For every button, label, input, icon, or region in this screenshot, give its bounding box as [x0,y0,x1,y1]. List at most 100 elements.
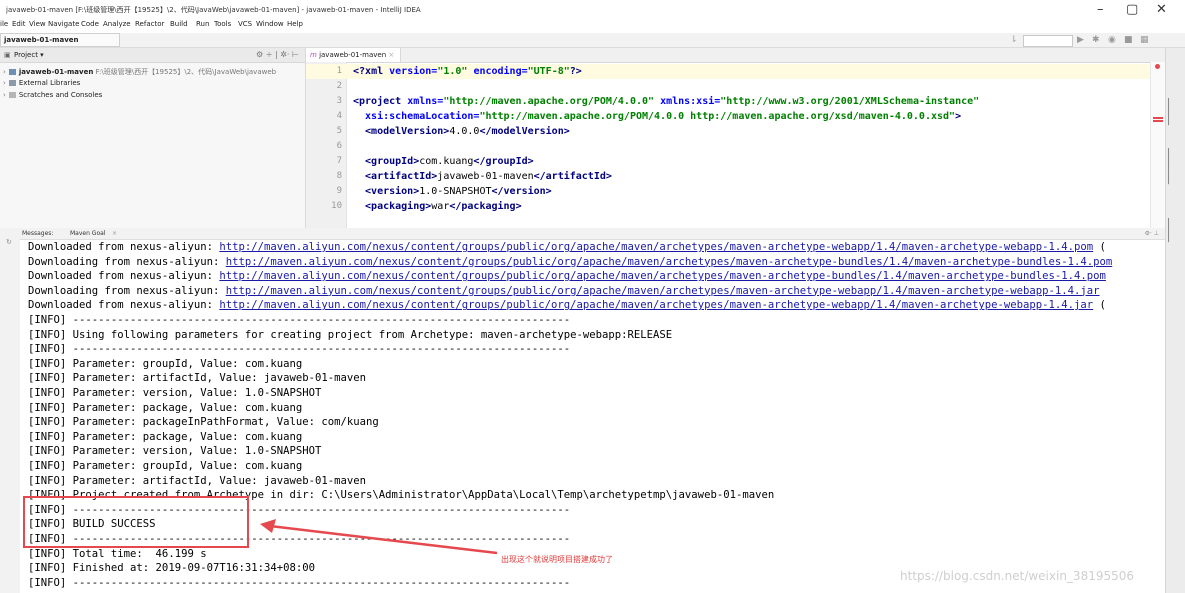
console-line: [INFO] Using following parameters for cr… [28,328,672,343]
menu-tools[interactable]: Tools [214,20,231,28]
code-line[interactable]: 4 xsi:schemaLocation="http://maven.apach… [306,109,1165,124]
code-text: <groupId>com.kuang</groupId> [353,154,534,169]
coverage-icon[interactable]: ◉ [1108,35,1116,45]
error-stripe-mark[interactable] [1153,117,1163,119]
console-line: [INFO] Finished at: 2019-09-07T16:31:34+… [28,561,315,576]
run-configuration-select[interactable] [1023,35,1073,47]
expand-arrow-icon[interactable]: › [3,79,6,87]
console-line: [INFO] Parameter: version, Value: 1.0-SN… [28,386,321,401]
line-number: 2 [336,81,342,91]
debug-icon[interactable]: ✱ [1092,35,1100,45]
tab-maven-goal[interactable]: Maven Goal [70,230,105,237]
console-text-suffix: ( [1093,299,1106,312]
code-text: <modelVersion>4.0.0</modelVersion> [353,124,570,139]
editor-scrollbar[interactable] [1150,62,1165,228]
console-line: [INFO] Parameter: package, Value: com.ku… [28,401,302,416]
download-link[interactable]: http://maven.aliyun.com/nexus/content/gr… [226,256,1113,268]
code-token: <project [353,96,408,107]
breadcrumb[interactable]: javaweb-01-maven [0,33,120,47]
annotation-text: 出现这个就说明项目搭建成功了 [501,555,613,564]
menu-run[interactable]: Run [196,20,209,28]
code-line[interactable]: 10 <packaging>war</packaging> [306,199,1165,214]
right-tool-tab[interactable]: ━━━━━━━━ [1165,218,1171,242]
code-line[interactable]: 6 [306,139,1165,154]
menu-help[interactable]: Help [287,20,303,28]
code-line[interactable]: 2 [306,79,1165,94]
code-token: ?> [569,66,582,77]
panel-tool-icons[interactable]: ⚙ ÷ | ✲· ⊢ [256,50,299,59]
right-tool-tab[interactable]: ━━━━━━━━━━━━ [1165,148,1171,184]
close-tab-icon[interactable]: × [388,51,394,59]
menu-navigate[interactable]: Navigate [48,20,79,28]
menu-vcs[interactable]: VCS [238,20,252,28]
code-token: war [431,201,450,212]
run-icon[interactable]: ▶ [1077,35,1084,45]
download-link[interactable]: http://maven.aliyun.com/nexus/content/gr… [219,241,1093,253]
menu-code[interactable]: Code [81,20,99,28]
code-line[interactable]: 3 <project xmlns="http://maven.apache.org… [306,94,1165,109]
menu-edit[interactable]: Edit [12,20,26,28]
download-link[interactable]: http://maven.aliyun.com/nexus/content/gr… [219,299,1093,311]
line-number: 8 [336,171,342,181]
expand-arrow-icon[interactable]: › [3,68,6,76]
code-line[interactable]: 5 <modelVersion>4.0.0</modelVersion> [306,124,1165,139]
code-line[interactable]: 8 <artifactId>javaweb-01-maven</artifact… [306,169,1165,184]
console-line: [INFO] ---------------------------------… [28,342,570,357]
code-line[interactable]: 7 <groupId>com.kuang</groupId> [306,154,1165,169]
code-token: xml [365,66,390,77]
line-number: 1 [336,66,342,76]
menu-build[interactable]: Build [170,20,188,28]
console-text: Downloaded from nexus-aliyun: [28,270,220,283]
watermark: https://blog.csdn.net/weixin_38195506 [900,569,1135,583]
menu-ile[interactable]: ile [0,20,8,28]
code-token: <packaging> [353,201,432,212]
tree-item-project-root[interactable]: › javaweb-01-maven F:\班级管理\西开【19525】\2、代码… [3,67,276,77]
project-panel-title[interactable]: Project ▾ [14,51,44,59]
stop-icon[interactable]: ■ [1124,35,1133,45]
line-number: 4 [336,111,342,121]
tree-item-external-libraries[interactable]: › External Libraries [3,79,80,87]
code-line[interactable]: 1 <?xml version="1.0" encoding="UTF-8"?> [306,64,1165,79]
line-number: 5 [336,126,342,136]
menu-refactor[interactable]: Refactor [135,20,164,28]
menu-window[interactable]: Window [256,20,284,28]
right-tool-tab[interactable]: ━━━━━━━━━ [1165,98,1171,125]
expand-arrow-icon[interactable]: › [3,91,6,99]
menu-view[interactable]: View [29,20,46,28]
menu-analyze[interactable]: Analyze [103,20,131,28]
close-button[interactable]: ✕ [1156,1,1167,19]
editor-tab-pom[interactable]: m javaweb-01-maven × [306,48,402,62]
download-link[interactable]: http://maven.aliyun.com/nexus/content/gr… [219,270,1106,282]
code-text: <version>1.0-SNAPSHOT</version> [353,184,552,199]
code-token: "http://maven.apache.org/POM/4.0.0 http:… [479,111,956,122]
settings-gear-icon[interactable]: ⚙· ⊥ [1145,230,1159,237]
code-text: <artifactId>javaweb-01-maven</artifactId… [353,169,612,184]
tree-item-scratches[interactable]: › Scratches and Consoles [3,91,102,99]
rerun-icon[interactable]: ↻ [6,238,12,246]
minimize-button[interactable]: – [1097,1,1104,19]
code-token: </modelVersion> [479,126,570,137]
console-line: [INFO] ---------------------------------… [28,313,570,328]
build-icon[interactable]: ⇂ [1010,35,1018,45]
maximize-button[interactable]: ▢ [1126,1,1138,19]
code-text: xsi:schemaLocation="http://maven.apache.… [353,109,961,124]
console-line: [INFO] Parameter: groupId, Value: com.ku… [28,357,302,372]
code-line[interactable]: 9 <version>1.0-SNAPSHOT</version> [306,184,1165,199]
window-title: javaweb-01-maven [F:\班级管理\西开【19525】\2、代码… [6,6,421,14]
project-view-icon: ▣ [4,51,11,59]
error-indicator-icon[interactable] [1155,64,1160,69]
console-text: [INFO] Total time: 46.199 s [28,547,207,560]
right-tool-strip: ━━━━━━━━━ ━━━━━━━━━━━━ ━━━━━━━━ [1165,48,1185,593]
breadcrumb-project[interactable]: javaweb-01-maven [4,36,79,44]
line-number: 10 [331,201,342,211]
project-tool-window: ▣ Project ▾ ⚙ ÷ | ✲· ⊢ › javaweb-01-maven… [0,48,306,228]
close-tab-icon[interactable]: × [112,230,117,237]
console-text: [INFO] Parameter: artifactId, Value: jav… [28,474,367,487]
download-link[interactable]: http://maven.aliyun.com/nexus/content/gr… [226,285,1100,297]
maven-file-icon: m [310,51,317,59]
project-structure-icon[interactable]: ▦ [1140,35,1149,45]
console-line: Downloading from nexus-aliyun: http://ma… [28,255,1112,270]
editor-area[interactable]: m javaweb-01-maven × 1 <?xml version="1.0… [306,48,1165,228]
title-bar: javaweb-01-maven [F:\班级管理\西开【19525】\2、代码… [0,0,1185,20]
error-stripe-mark[interactable] [1153,120,1163,122]
